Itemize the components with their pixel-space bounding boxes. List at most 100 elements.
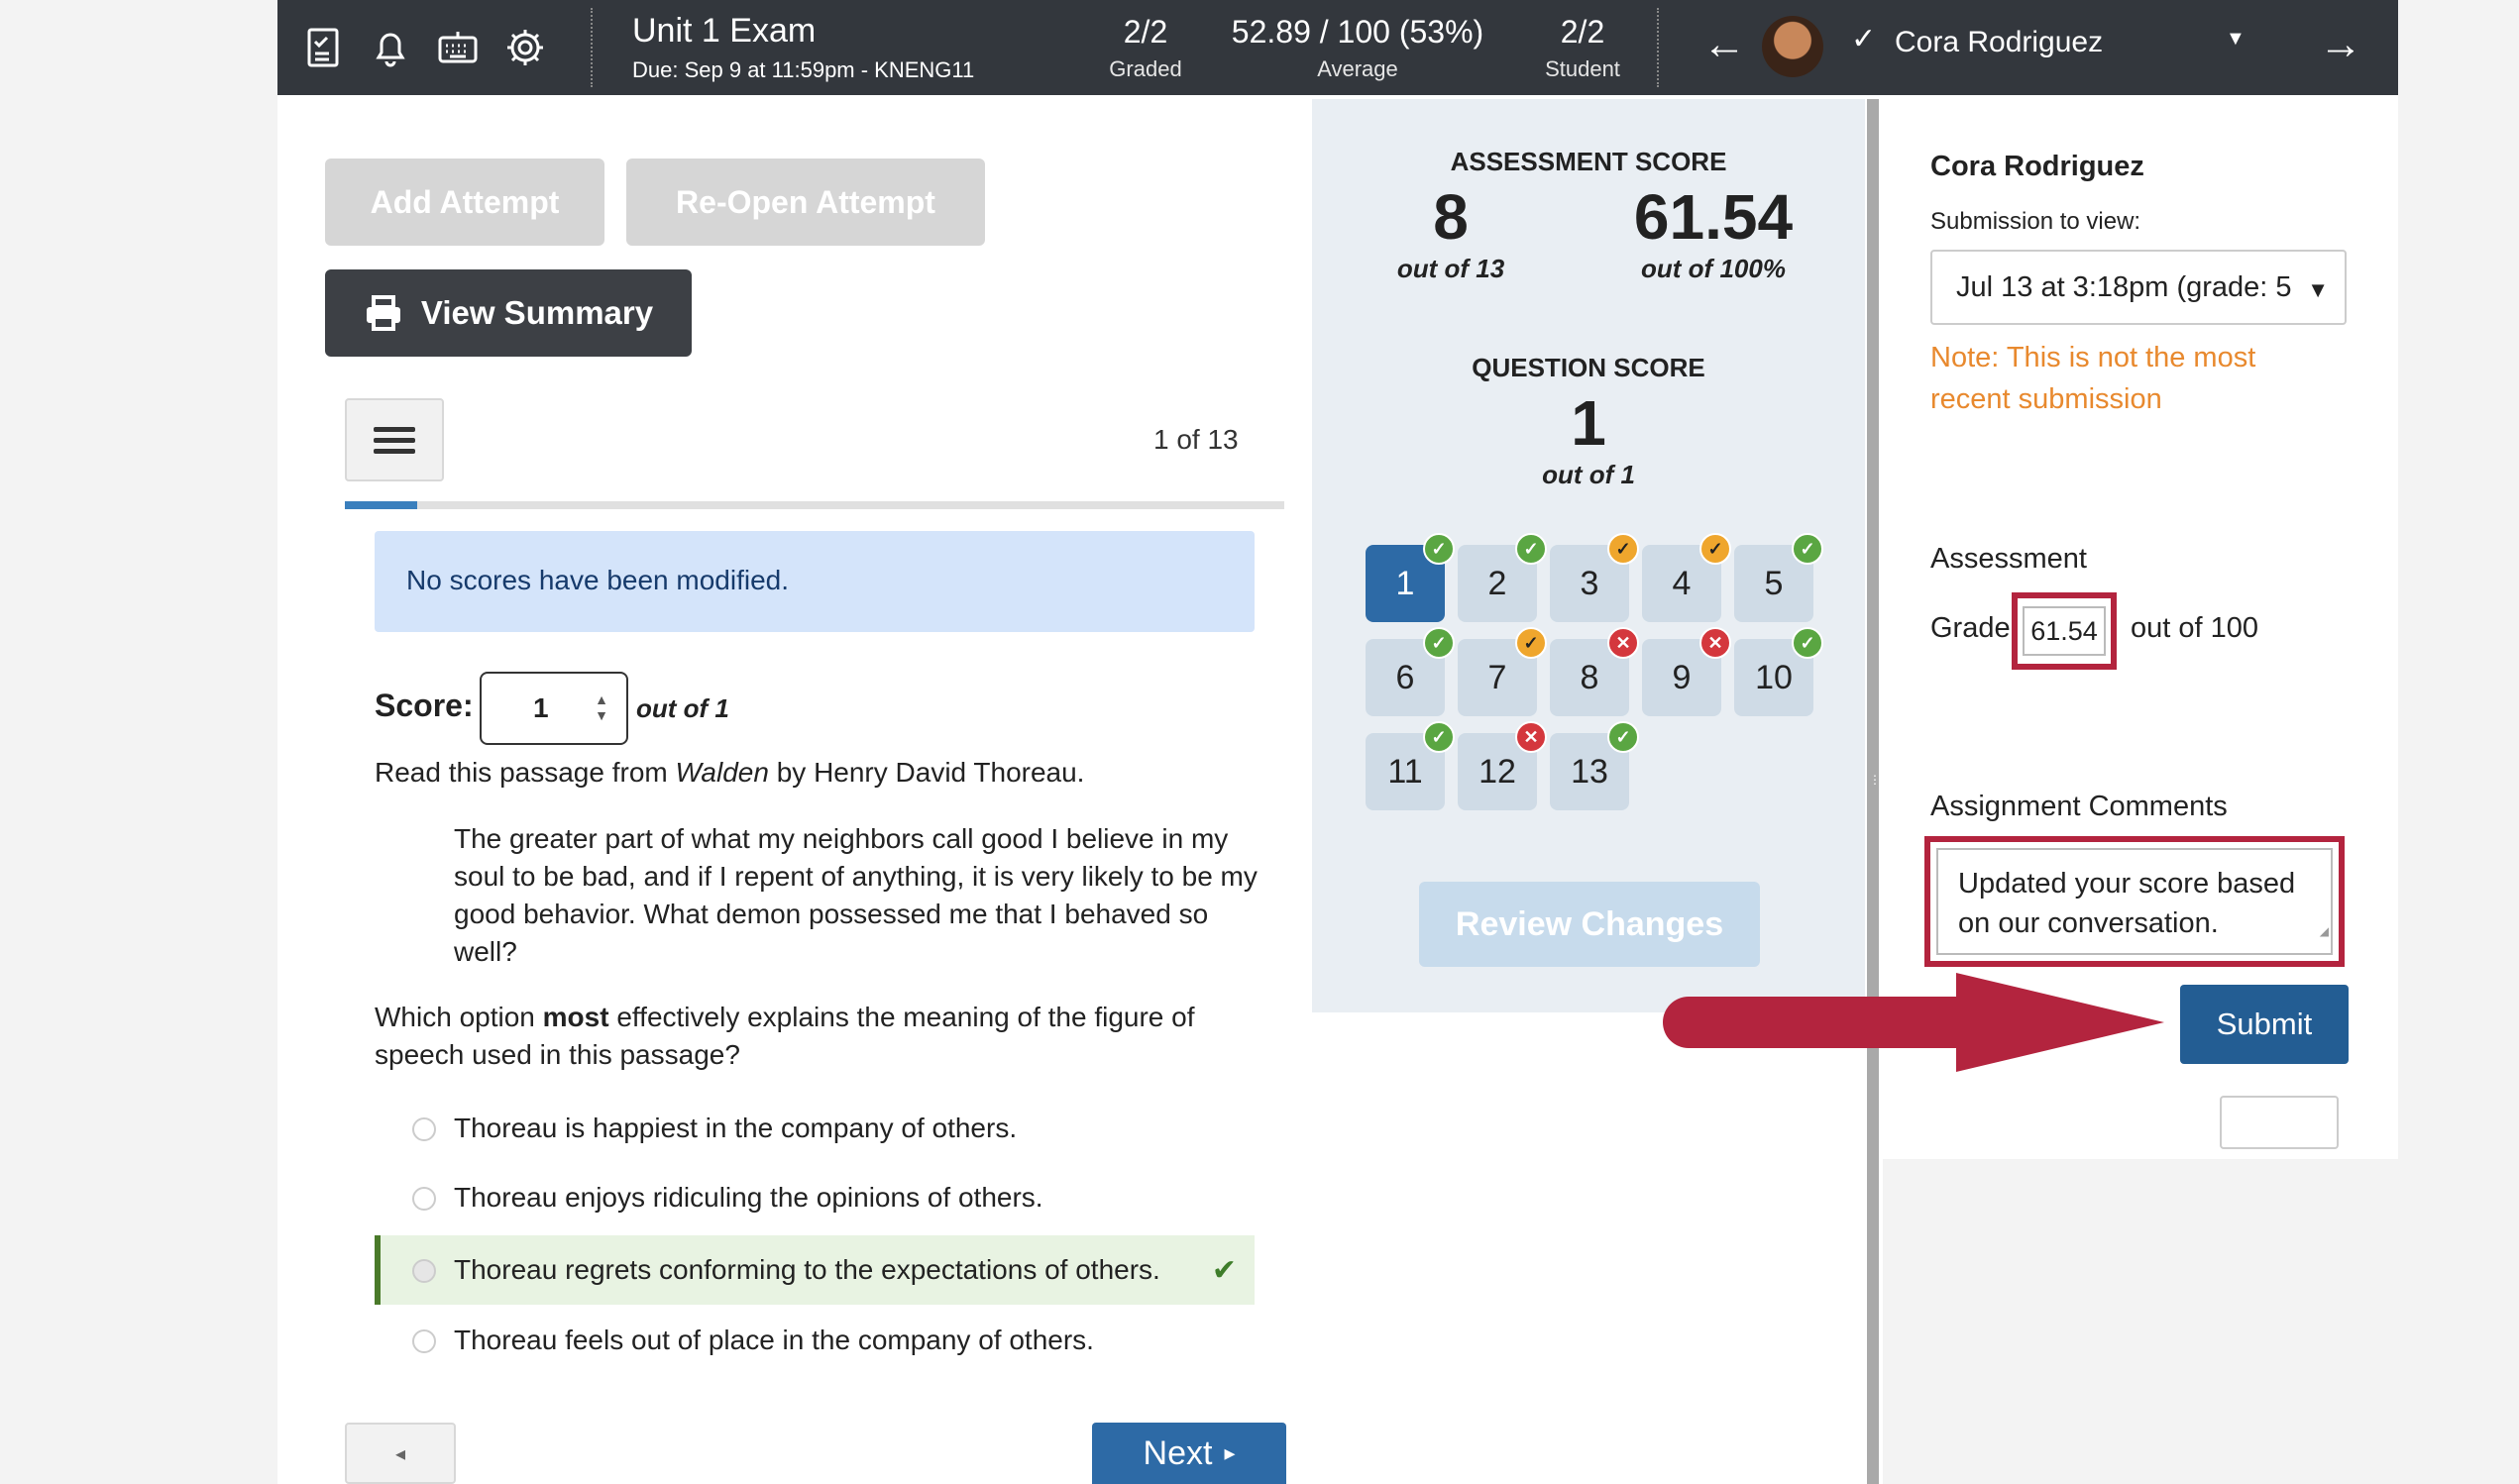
question-points: 1 [1571, 387, 1606, 459]
question-number: 2 [1487, 564, 1507, 602]
grade-highlight-box: 61.54 [2012, 592, 2117, 670]
partial-status-icon: ✓ [1515, 627, 1547, 659]
graded-value: 2/2 [1123, 14, 1168, 50]
question-position: 1 of 13 [1153, 424, 1239, 455]
question-tile-4[interactable]: 4 ✓ [1642, 533, 1731, 622]
comments-textarea[interactable]: Updated your score based on our conversa… [1936, 848, 2333, 955]
question-number: 7 [1487, 658, 1507, 696]
checkmark-icon: ✓ [1851, 23, 1877, 55]
answer-option[interactable]: Thoreau feels out of place in the compan… [375, 1306, 1255, 1375]
submission-label: Submission to view: [1930, 208, 2141, 235]
caret-right-icon: ▸ [1224, 1440, 1236, 1465]
question-tile-8[interactable]: 8 ✕ [1550, 627, 1639, 716]
next-label: Next [1143, 1433, 1213, 1472]
question-score-heading: QUESTION SCORE [1472, 353, 1705, 382]
radio-button[interactable] [412, 1187, 436, 1211]
page-background [1883, 1159, 2398, 1484]
incorrect-status-icon: ✕ [1515, 721, 1547, 753]
student-count-value: 2/2 [1560, 14, 1605, 50]
keyboard-icon[interactable] [434, 24, 482, 71]
correct-status-icon: ✓ [1792, 533, 1823, 565]
question-tile-6[interactable]: 6 ✓ [1366, 627, 1455, 716]
correct-status-icon: ✓ [1515, 533, 1547, 565]
hamburger-icon [374, 421, 415, 460]
answer-option-correct[interactable]: Thoreau regrets conforming to the expect… [375, 1235, 1255, 1305]
spinner-arrows-icon[interactable]: ▲ ▼ [595, 691, 608, 723]
question-tile-2[interactable]: 2 ✓ [1458, 533, 1547, 622]
add-attempt-button[interactable]: Add Attempt [325, 159, 604, 246]
submission-select[interactable]: Jul 13 at 3:18pm (grade: 5 ▼ [1930, 250, 2347, 325]
grip-dots-icon[interactable]: ⋮ [1869, 773, 1881, 812]
view-summary-label: View Summary [420, 294, 654, 331]
question-tile-5[interactable]: 5 ✓ [1734, 533, 1823, 622]
radio-button[interactable] [412, 1117, 436, 1141]
assessment-points-sub: out of 13 [1396, 254, 1505, 283]
answer-option-text: Thoreau feels out of place in the compan… [454, 1325, 1094, 1355]
question-tile-13[interactable]: 13 ✓ [1550, 721, 1639, 810]
question-number: 12 [1479, 752, 1516, 791]
comments-text: Updated your score based on our conversa… [1958, 868, 2296, 939]
question-number: 4 [1672, 564, 1692, 602]
question-number: 9 [1672, 658, 1692, 696]
media-comment-button[interactable] [2220, 1096, 2339, 1149]
checklist-icon[interactable] [299, 24, 347, 71]
radio-button[interactable] [412, 1329, 436, 1353]
question-number: 8 [1580, 658, 1599, 696]
student-selector[interactable]: Cora Rodriguez [1895, 26, 2103, 59]
bell-icon[interactable] [367, 24, 414, 71]
answer-option[interactable]: Thoreau enjoys ridiculing the opinions o… [375, 1163, 1255, 1232]
answer-option[interactable]: Thoreau is happiest in the company of ot… [375, 1094, 1255, 1163]
caret-down-icon[interactable]: ▼ [2226, 28, 2245, 51]
next-question-button[interactable]: Next ▸ [1092, 1423, 1286, 1484]
top-bar: Unit 1 Exam Due: Sep 9 at 11:59pm - KNEN… [277, 0, 2398, 95]
question-tile-10[interactable]: 10 ✓ [1734, 627, 1823, 716]
view-summary-button[interactable]: View Summary [325, 269, 692, 357]
previous-question-button[interactable]: ◂ [345, 1423, 456, 1484]
exam-due-date: Due: Sep 9 at 11:59pm - KNENG11 [632, 57, 975, 82]
next-student-arrow-icon[interactable]: → [2319, 20, 2362, 69]
question-number: 5 [1764, 564, 1784, 602]
question-stem-prefix: Which option [375, 1002, 543, 1032]
question-tile-3[interactable]: 3 ✓ [1550, 533, 1639, 622]
question-number: 6 [1395, 658, 1415, 696]
partial-status-icon: ✓ [1699, 533, 1731, 565]
assessment-percent: 61.54 [1633, 181, 1794, 253]
question-tile-11[interactable]: 11 ✓ [1366, 721, 1455, 810]
score-summary-panel: ASSESSMENT SCORE 8 out of 13 61.54 out o… [1312, 99, 1865, 1012]
grade-out-of: out of 100 [2131, 612, 2258, 644]
question-tile-12[interactable]: 12 ✕ [1458, 721, 1547, 810]
question-intro-suffix: by Henry David Thoreau. [768, 757, 1085, 788]
info-message: No scores have been modified. [375, 531, 1255, 632]
score-input[interactable]: 1 ▲ ▼ [480, 672, 628, 745]
average-stat: 52.89 / 100 (53%) Average [1219, 14, 1496, 82]
question-intro-title: Walden [675, 757, 769, 788]
partial-status-icon: ✓ [1607, 533, 1639, 565]
question-intro-prefix: Read this passage from [375, 757, 676, 788]
grade-label: Grade [1930, 612, 2011, 644]
gear-icon[interactable] [501, 24, 549, 71]
grade-input[interactable]: 61.54 [2023, 606, 2106, 656]
submission-note: Note: This is not the most recent submis… [1930, 342, 2256, 415]
assessment-score-heading: ASSESSMENT SCORE [1450, 147, 1727, 176]
question-tile-7[interactable]: 7 ✓ [1458, 627, 1547, 716]
question-progress-bar [345, 501, 1284, 509]
previous-student-arrow-icon[interactable]: ← [1702, 20, 1746, 69]
resize-grip-icon[interactable]: ◢ [2320, 911, 2329, 951]
checkmark-icon: ✔ [1211, 1254, 1237, 1287]
correct-status-icon: ✓ [1423, 533, 1455, 565]
exam-title: Unit 1 Exam [632, 12, 817, 50]
question-progress-fill [345, 501, 417, 509]
question-stem-bold: most [542, 1002, 609, 1032]
radio-button[interactable] [412, 1259, 436, 1283]
answer-option-text: Thoreau enjoys ridiculing the opinions o… [454, 1182, 1043, 1213]
question-menu-button[interactable] [345, 398, 444, 481]
submission-select-value: Jul 13 at 3:18pm (grade: 5 [1956, 271, 2292, 303]
question-tile-9[interactable]: 9 ✕ [1642, 627, 1731, 716]
reopen-attempt-button[interactable]: Re-Open Attempt [626, 159, 985, 246]
submit-button[interactable]: Submit [2180, 985, 2349, 1064]
question-tile-1[interactable]: 1 ✓ [1366, 533, 1455, 622]
correct-status-icon: ✓ [1423, 721, 1455, 753]
average-label: Average [1317, 56, 1398, 81]
review-changes-button[interactable]: Review Changes [1419, 882, 1760, 967]
question-intro: Read this passage from Walden by Henry D… [375, 757, 1084, 789]
